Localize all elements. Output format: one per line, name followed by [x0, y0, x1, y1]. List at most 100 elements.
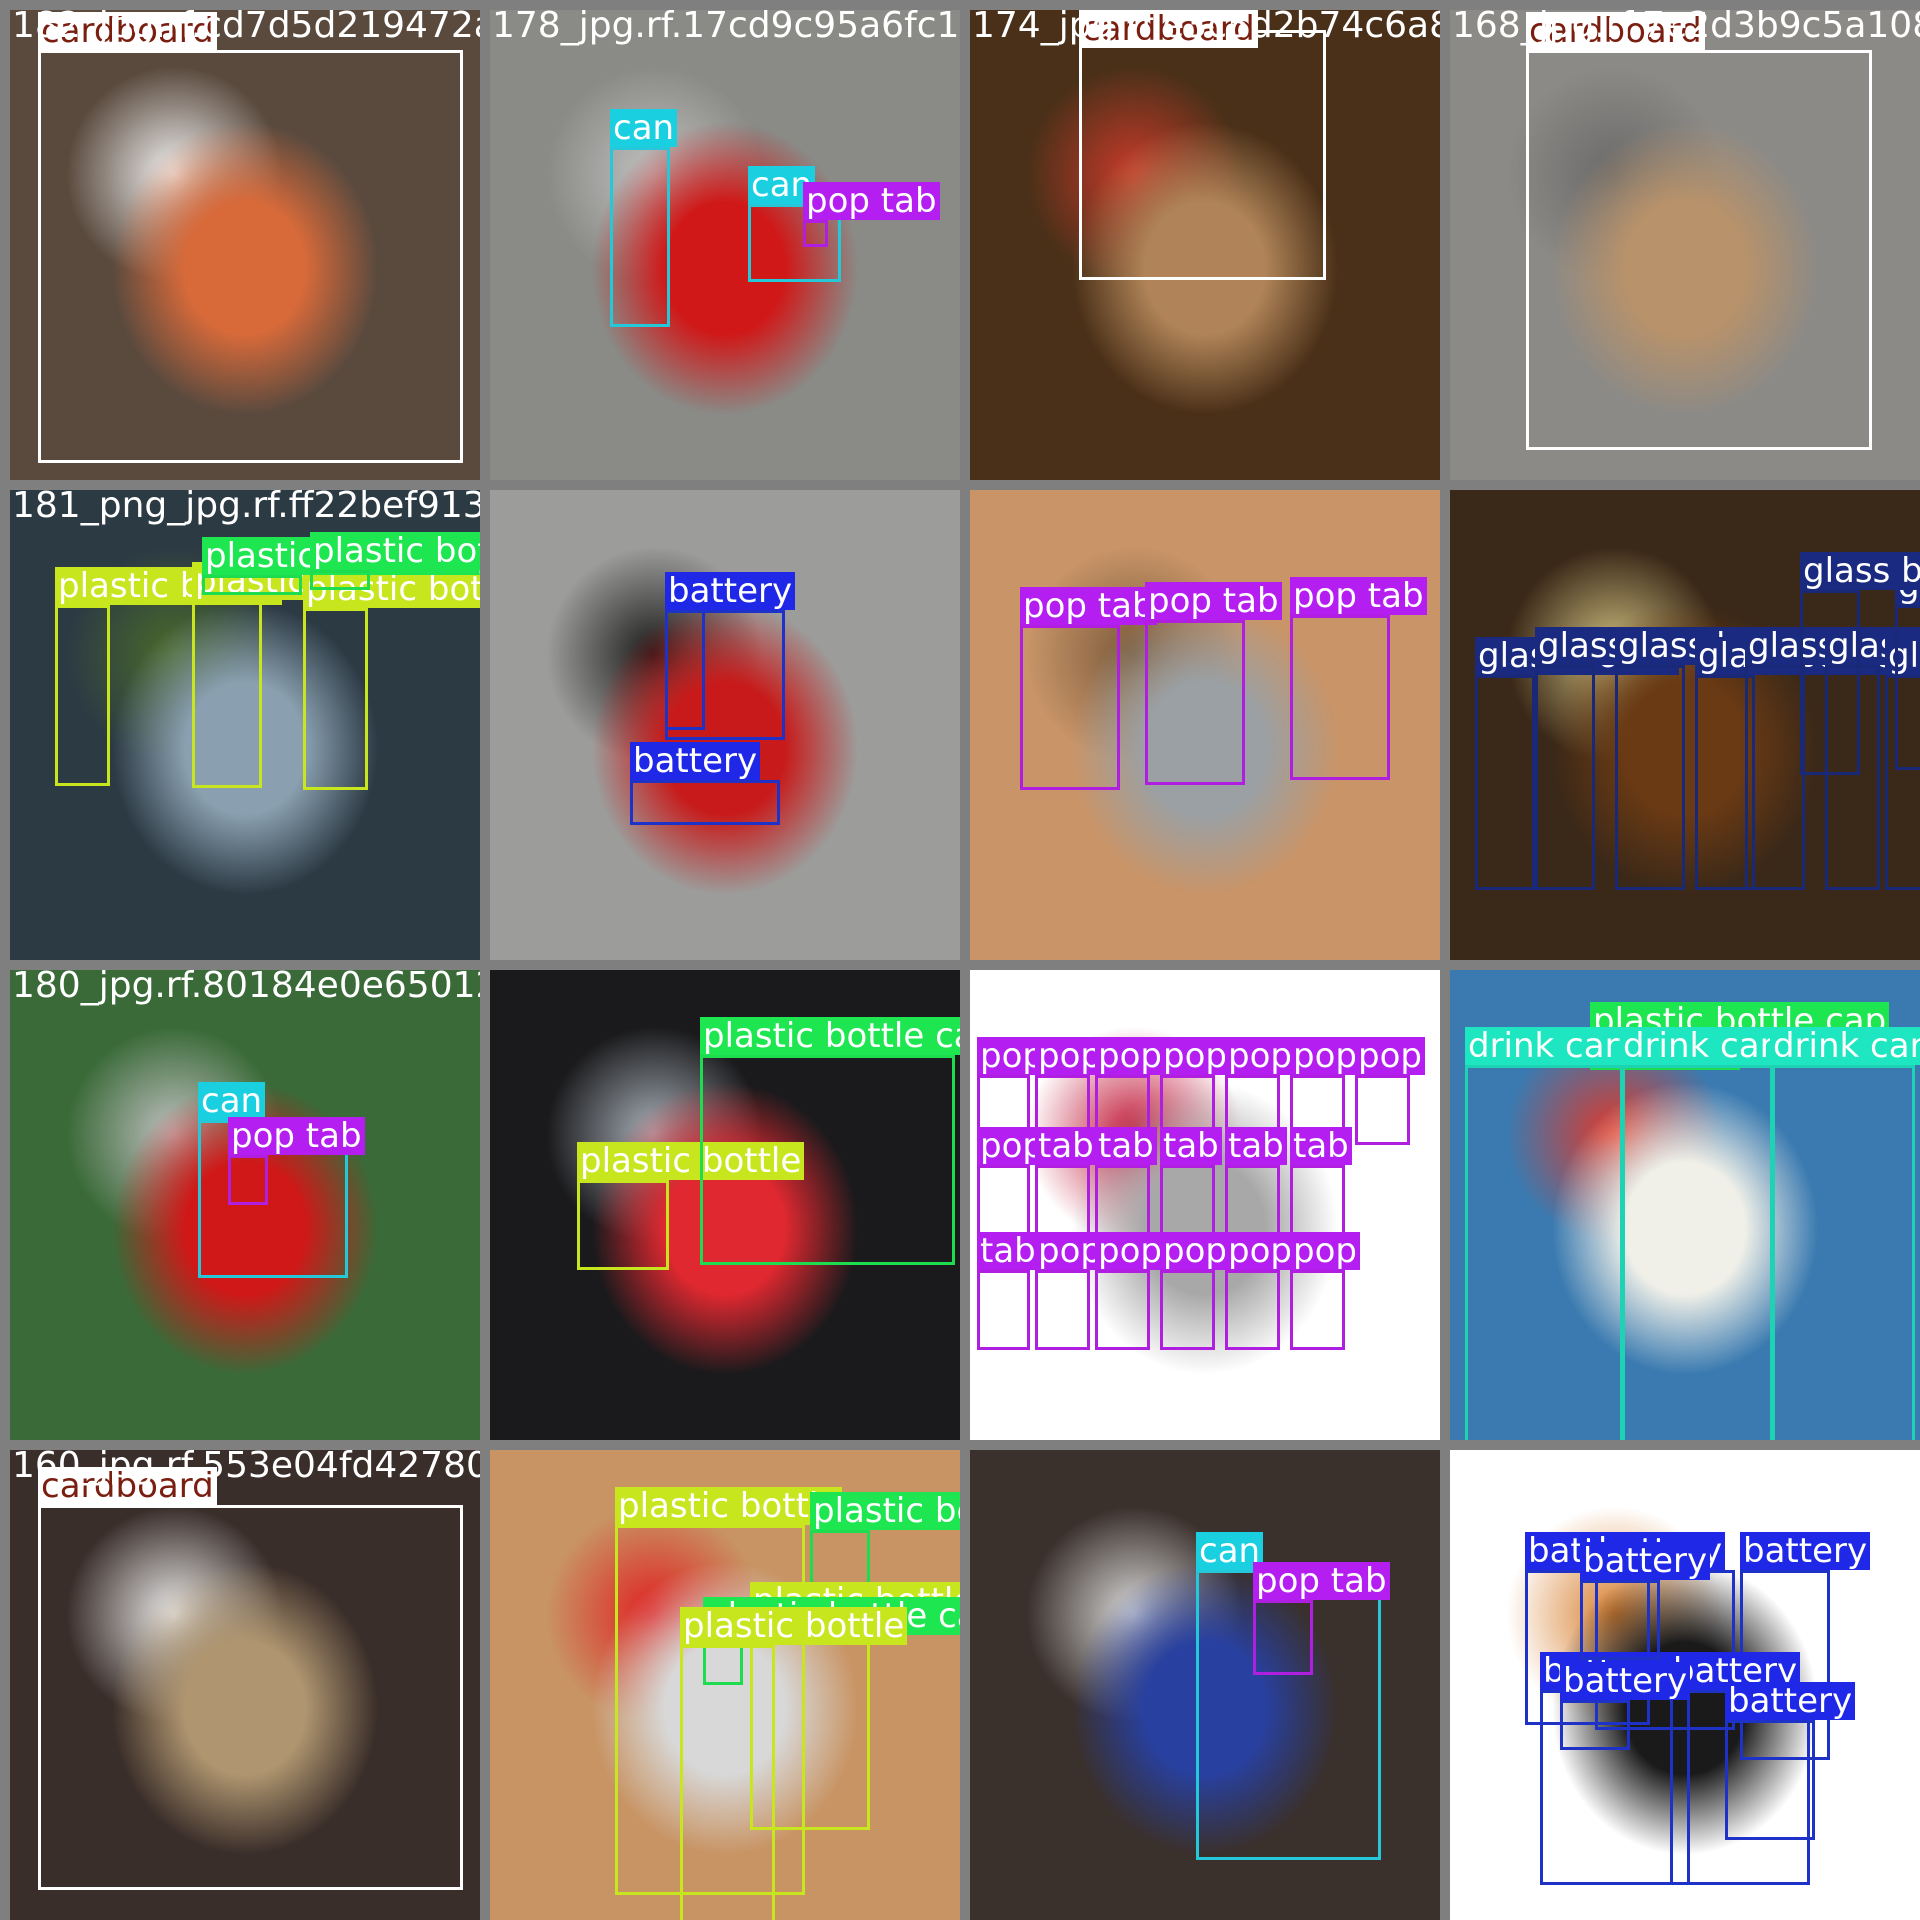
detection-label: tab — [977, 1232, 1039, 1270]
detection-box — [1745, 665, 1805, 890]
detection-box — [1290, 1270, 1345, 1350]
image-tile[interactable]: pop tabpoppoppoppoppoppoppop tabtabtabta… — [970, 970, 1440, 1440]
detection-box — [192, 600, 262, 788]
tile-filename: 174_jpg.rf.e3c5d2b74c6a8e52eff76b7ec168 — [972, 10, 1440, 46]
detection-box — [1253, 1600, 1313, 1675]
tile-filename: 160_jpg.rf.553e04fd42780cbe75adb1a900691… — [12, 1450, 480, 1486]
detection-grid: cardboard182_jpg.rf.cd7d5d219472ac7b63f2… — [0, 0, 1920, 1920]
detection-box — [1160, 1270, 1215, 1350]
detection-box — [1035, 1270, 1090, 1350]
tile-filename: 181_png_jpg.rf.ff22bef9134df789357217431… — [12, 490, 480, 526]
tile-filename: 168_jpg.rf.7e2d3b9c5a1086bdf4ac — [1452, 10, 1920, 46]
detection-box — [1580, 1580, 1660, 1660]
image-tile[interactable]: plastic bottleplastic bottle cap — [490, 970, 960, 1440]
detection-label: glass bottle — [1800, 552, 1920, 590]
detection-label: pop — [1225, 1232, 1295, 1270]
image-tile[interactable]: batterybatterybatterybatterybatterybatte… — [1450, 1450, 1920, 1920]
detection-label: pop tab — [1145, 582, 1282, 620]
detection-label: tab — [1160, 1127, 1222, 1165]
detection-box — [1620, 1065, 1775, 1440]
image-tile[interactable]: plastic bottleplastic bottleplastic bott… — [10, 490, 480, 960]
detection-label: pop — [1290, 1037, 1360, 1075]
image-tile[interactable]: cancanpop tab178_jpg.rf.17cd9c95a6fc1d9f… — [490, 10, 960, 480]
detection-box — [1355, 1075, 1410, 1145]
detection-box — [1225, 1270, 1280, 1350]
detection-label: battery — [1580, 1542, 1711, 1580]
detection-label: pop — [1355, 1037, 1425, 1075]
tile-filename: 178_jpg.rf.17cd9c95a6fc1d9f86745_jpg_poo… — [492, 10, 960, 46]
detection-label: plastic bottle — [615, 1487, 843, 1525]
detection-label: plastic bottle cap — [810, 1492, 960, 1530]
detection-box — [680, 1645, 775, 1920]
detection-box — [55, 605, 110, 786]
detection-box — [577, 1180, 669, 1270]
detection-label: can — [610, 109, 678, 147]
detection-label: tab — [1225, 1127, 1287, 1165]
image-tile[interactable]: pop tab pop tab pop tab — [970, 490, 1440, 960]
detection-label: pop tab — [803, 182, 940, 220]
image-tile[interactable]: canpop tab 180_jpg.rf.80184e0e65012ae876e… — [10, 970, 480, 1440]
detection-box — [977, 1270, 1030, 1350]
detection-label: pop — [1160, 1037, 1230, 1075]
image-tile[interactable]: cardboard168_jpg.rf.7e2d3b9c5a1086bdf4ac — [1450, 10, 1920, 480]
detection-box — [1225, 1165, 1280, 1235]
detection-box — [1615, 665, 1685, 890]
image-tile[interactable]: cardboard160_jpg.rf.553e04fd42780cbe75ad… — [10, 1450, 480, 1920]
detection-box — [1160, 1165, 1215, 1235]
detection-label: pop tab — [1290, 577, 1427, 615]
detection-box — [1535, 665, 1595, 890]
detection-box — [310, 570, 370, 590]
detection-box — [803, 220, 828, 247]
detection-box — [38, 50, 463, 463]
detection-label: battery — [1725, 1682, 1856, 1720]
detection-box — [700, 1055, 955, 1265]
detection-box — [1465, 1065, 1625, 1440]
detection-box — [1770, 1065, 1915, 1440]
detection-box — [1475, 675, 1535, 890]
detection-label: pop tab — [1253, 1562, 1390, 1600]
image-tile[interactable]: batterybatterybattery — [490, 490, 960, 960]
detection-label: plastic bottle — [680, 1607, 908, 1645]
image-tile[interactable]: plastic bottleplastic bottle capplastic … — [490, 1450, 960, 1920]
detection-label: pop — [1095, 1232, 1165, 1270]
tile-filename: 182_jpg.rf.cd7d5d219472ac7b63f2d4f7595c3… — [12, 10, 480, 46]
detection-box — [1035, 1165, 1090, 1235]
detection-box — [1095, 1165, 1150, 1235]
detection-box — [1526, 50, 1872, 450]
detection-label: tab — [1035, 1127, 1097, 1165]
detection-label: battery — [1560, 1662, 1691, 1700]
detection-box — [1725, 1720, 1815, 1840]
tile-filename: 180_jpg.rf.80184e0e65012ae876e0ba30e1e23… — [12, 970, 480, 1006]
detection-box — [610, 147, 670, 327]
detection-box — [38, 1505, 463, 1890]
detection-box — [665, 610, 705, 730]
detection-label: tab — [1290, 1127, 1352, 1165]
detection-box — [1560, 1700, 1630, 1750]
detection-box — [1290, 615, 1390, 780]
detection-box — [977, 1165, 1030, 1235]
detection-label: battery — [630, 742, 761, 780]
detection-label: pop — [1290, 1232, 1360, 1270]
image-tile[interactable]: glass bottleglass bottleglass bottleglas… — [1450, 490, 1920, 960]
detection-label: pop — [1160, 1232, 1230, 1270]
detection-label: plastic bottle cap — [700, 1017, 960, 1055]
detection-box — [630, 780, 780, 825]
image-tile[interactable]: cardboard182_jpg.rf.cd7d5d219472ac7b63f2… — [10, 10, 480, 480]
detection-box — [202, 575, 302, 595]
detection-label: pop tab — [1020, 587, 1157, 625]
detection-label: plastic bottle cap — [310, 532, 480, 570]
detection-label: can — [198, 1082, 266, 1120]
detection-box — [1895, 605, 1920, 770]
detection-label: pop tab — [228, 1117, 365, 1155]
detection-box — [1800, 590, 1860, 775]
detection-label: tab — [1095, 1127, 1157, 1165]
detection-box — [303, 608, 368, 790]
image-tile[interactable]: cardboard174_jpg.rf.e3c5d2b74c6a8e52eff7… — [970, 10, 1440, 480]
detection-label: battery — [1740, 1532, 1871, 1570]
detection-box — [228, 1155, 268, 1205]
image-tile[interactable]: can pop tab — [970, 1450, 1440, 1920]
detection-box — [1079, 30, 1326, 280]
detection-label: battery — [665, 572, 796, 610]
detection-box — [1020, 625, 1120, 790]
image-tile[interactable]: plastic bottle cap drink carton drink cart… — [1450, 970, 1920, 1440]
